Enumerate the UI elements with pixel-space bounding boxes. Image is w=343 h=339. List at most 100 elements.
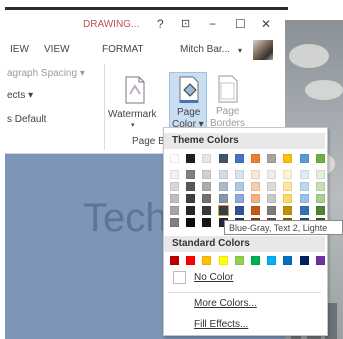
standard-color-swatch[interactable] xyxy=(186,256,196,265)
standard-color-swatch[interactable] xyxy=(299,256,309,265)
page-background-group-label: Page B xyxy=(132,136,165,147)
theme-color-swatch[interactable] xyxy=(315,206,325,215)
standard-colors-header: Standard Colors xyxy=(164,236,325,252)
help-icon[interactable]: ? xyxy=(157,17,164,31)
fill-effects-label: Fill Effects... xyxy=(194,319,249,330)
watermark-icon xyxy=(125,76,145,104)
standard-color-swatch[interactable] xyxy=(218,256,228,265)
theme-color-swatch[interactable] xyxy=(170,194,179,203)
theme-color-swatch[interactable] xyxy=(251,154,260,163)
set-as-default-button[interactable]: s Default xyxy=(7,114,46,125)
document-watermark-text: Tech xyxy=(83,196,168,240)
theme-color-swatch[interactable] xyxy=(218,154,228,163)
theme-color-swatch[interactable] xyxy=(234,206,244,215)
theme-color-swatch[interactable] xyxy=(202,170,212,179)
theme-color-swatch[interactable] xyxy=(283,206,293,215)
theme-color-swatch[interactable] xyxy=(267,182,277,191)
standard-color-swatch[interactable] xyxy=(234,256,244,265)
theme-color-swatch[interactable] xyxy=(267,170,277,179)
theme-color-swatch[interactable] xyxy=(186,154,196,163)
cloud xyxy=(289,44,329,68)
theme-color-swatch[interactable] xyxy=(186,194,196,203)
theme-color-swatch[interactable] xyxy=(218,194,228,203)
tooltip-text: Blue-Gray, Text 2, Lighte xyxy=(229,223,328,233)
theme-color-swatch[interactable] xyxy=(186,170,196,179)
minimize-icon[interactable]: − xyxy=(209,17,216,31)
tab-view[interactable]: VIEW xyxy=(44,44,70,55)
ribbon-display-options-icon[interactable]: ⊡ xyxy=(181,17,190,30)
standard-color-swatch[interactable] xyxy=(170,256,179,265)
close-icon[interactable]: ✕ xyxy=(261,17,271,31)
theme-colors-header: Theme Colors xyxy=(164,133,325,149)
drawing-tools-context-label: DRAWING... xyxy=(83,19,140,30)
theme-color-swatch[interactable] xyxy=(299,154,309,163)
theme-color-swatch[interactable] xyxy=(202,218,212,227)
effects-button[interactable]: ects ▾ xyxy=(7,90,33,101)
standard-color-swatch[interactable] xyxy=(283,256,293,265)
theme-color-swatch[interactable] xyxy=(218,170,228,179)
theme-color-swatch[interactable] xyxy=(315,154,325,163)
theme-color-swatch[interactable] xyxy=(283,182,293,191)
paragraph-spacing-button[interactable]: agraph Spacing ▾ xyxy=(7,68,85,79)
cloud xyxy=(305,80,343,100)
theme-color-swatch[interactable] xyxy=(234,182,244,191)
no-color-label: No Color xyxy=(194,272,234,283)
more-colors-label: More Colors... xyxy=(194,298,257,309)
theme-color-swatch[interactable] xyxy=(267,154,277,163)
avatar[interactable] xyxy=(253,40,273,60)
tab-review[interactable]: IEW xyxy=(10,44,29,55)
theme-color-swatch[interactable] xyxy=(170,154,179,163)
page-color-label-line1: Page xyxy=(177,107,201,118)
theme-color-swatch[interactable] xyxy=(234,170,244,179)
theme-color-swatch[interactable] xyxy=(170,218,179,227)
theme-color-swatch[interactable] xyxy=(283,194,293,203)
theme-color-swatch[interactable] xyxy=(299,170,309,179)
color-tooltip: Blue-Gray, Text 2, Lighte xyxy=(224,220,343,235)
theme-color-swatch[interactable] xyxy=(267,194,277,203)
tab-format[interactable]: FORMAT xyxy=(102,44,143,55)
theme-color-swatch[interactable] xyxy=(299,206,309,215)
watermark-button[interactable]: Watermark ▾ xyxy=(105,72,163,138)
menu-divider xyxy=(168,292,321,293)
standard-color-swatch[interactable] xyxy=(202,256,212,265)
watermark-label: Watermark xyxy=(108,109,157,120)
theme-color-swatch[interactable] xyxy=(234,194,244,203)
theme-color-swatch[interactable] xyxy=(251,182,260,191)
standard-colors-label: Standard Colors xyxy=(172,238,250,249)
theme-color-swatch[interactable] xyxy=(186,182,196,191)
theme-color-swatch[interactable] xyxy=(170,182,179,191)
theme-color-swatch[interactable] xyxy=(267,206,277,215)
theme-color-swatch[interactable] xyxy=(299,182,309,191)
theme-color-swatch[interactable] xyxy=(186,206,196,215)
theme-color-swatch[interactable] xyxy=(202,206,212,215)
theme-color-swatch[interactable] xyxy=(283,154,293,163)
theme-color-swatch[interactable] xyxy=(170,206,179,215)
theme-color-swatch[interactable] xyxy=(186,218,196,227)
more-colors-menu-item[interactable]: More Colors... xyxy=(164,294,325,314)
page-borders-label-line1: Page xyxy=(216,106,240,117)
theme-color-swatch[interactable] xyxy=(315,170,325,179)
user-name[interactable]: Mitch Bar... xyxy=(180,44,230,55)
ribbon-tabs: IEW VIEW FORMAT Mitch Bar... ▾ xyxy=(5,37,285,59)
standard-color-swatch[interactable] xyxy=(267,256,277,265)
theme-color-swatch[interactable] xyxy=(283,170,293,179)
theme-color-swatch[interactable] xyxy=(315,194,325,203)
standard-color-swatch[interactable] xyxy=(315,256,325,265)
maximize-icon[interactable]: ☐ xyxy=(235,17,246,31)
theme-color-swatch[interactable] xyxy=(202,194,212,203)
theme-color-swatch[interactable] xyxy=(217,205,229,216)
theme-color-swatch[interactable] xyxy=(315,182,325,191)
no-color-menu-item[interactable]: No Color xyxy=(164,268,325,288)
theme-color-swatch[interactable] xyxy=(202,154,212,163)
theme-color-swatch[interactable] xyxy=(251,170,260,179)
standard-color-swatch[interactable] xyxy=(251,256,260,265)
theme-color-swatch[interactable] xyxy=(251,206,260,215)
theme-color-swatch[interactable] xyxy=(234,154,244,163)
fill-effects-menu-item[interactable]: Fill Effects... xyxy=(164,315,325,335)
theme-color-swatch[interactable] xyxy=(218,182,228,191)
theme-color-swatch[interactable] xyxy=(299,194,309,203)
user-menu-chevron-icon[interactable]: ▾ xyxy=(238,46,242,55)
theme-color-swatch[interactable] xyxy=(251,194,260,203)
theme-color-swatch[interactable] xyxy=(170,170,179,179)
theme-color-swatch[interactable] xyxy=(202,182,212,191)
